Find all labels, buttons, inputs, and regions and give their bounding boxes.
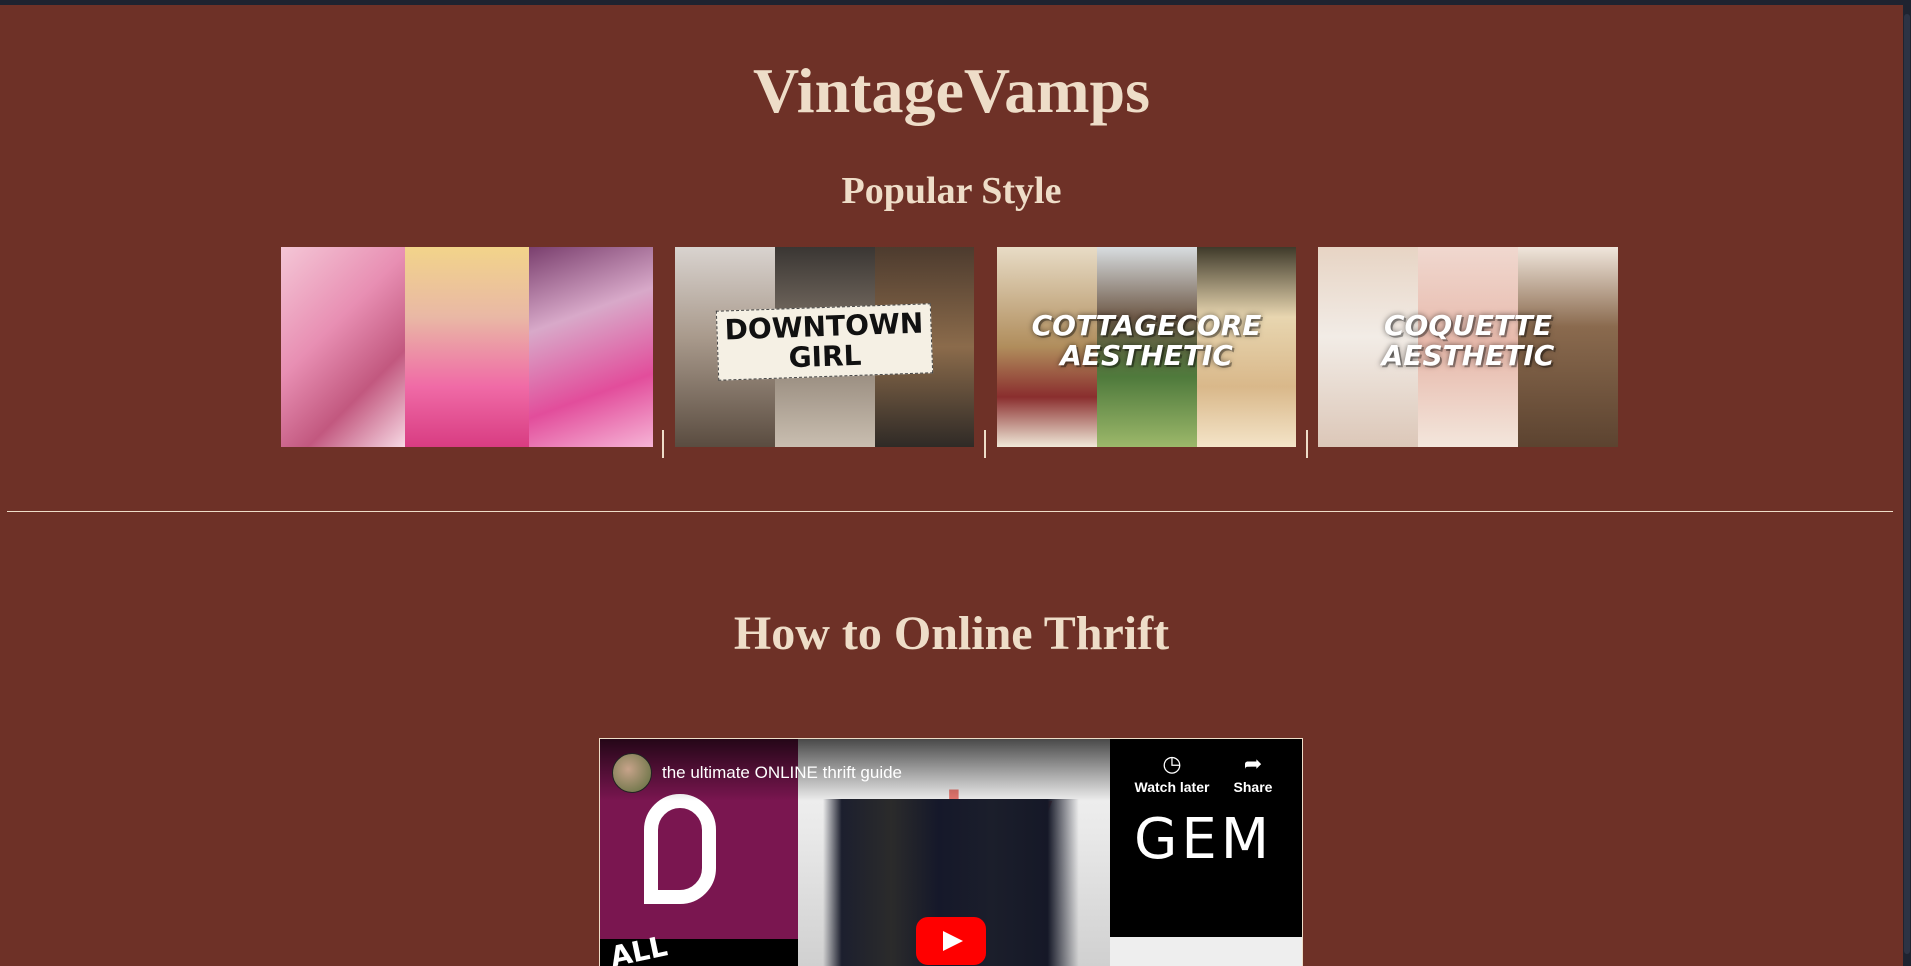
share-label: Share <box>1233 779 1273 795</box>
video-corner-text: ALL <box>607 929 671 966</box>
style-card-cottagecore[interactable]: COTTAGECORE AESTHETIC <box>997 247 1296 447</box>
video-embed[interactable]: ALL ebay GEM the ultimate ONLINE thrift … <box>599 738 1303 966</box>
site-title: VintageVamps <box>752 55 1151 126</box>
style-image <box>529 247 653 447</box>
style-card-label: COTTAGECORE AESTHETIC <box>1031 309 1262 372</box>
how-to-thrift-heading: How to Online Thrift <box>733 607 1170 660</box>
style-image <box>281 247 405 447</box>
section-divider <box>7 511 1893 512</box>
poshmark-logo-icon <box>644 794 716 904</box>
video-light-strip <box>1110 937 1302 966</box>
channel-avatar[interactable] <box>612 753 652 793</box>
clock-icon: ◷ <box>1162 751 1182 776</box>
style-card-label: COQUETTE AESTHETIC <box>1381 309 1555 372</box>
video-title[interactable]: the ultimate ONLINE thrift guide <box>662 763 902 783</box>
style-card-downtown-girl[interactable]: DOWNTOWN GIRL <box>675 247 974 447</box>
scrollbar[interactable] <box>1903 0 1911 966</box>
popular-style-heading: Popular Style <box>841 170 1062 212</box>
play-icon[interactable] <box>916 917 986 965</box>
scrollbar-thumb[interactable] <box>1904 14 1910 954</box>
style-image <box>405 247 529 447</box>
separator <box>1306 430 1308 458</box>
style-card-coquette[interactable]: COQUETTE AESTHETIC <box>1318 247 1618 447</box>
separator <box>662 430 664 458</box>
separator <box>984 430 986 458</box>
share-button[interactable]: ➦ Share <box>1213 751 1293 795</box>
style-card-label: DOWNTOWN GIRL <box>715 303 934 381</box>
watch-later-button[interactable]: ◷ Watch later <box>1132 751 1212 795</box>
style-card-y2k[interactable] <box>281 247 653 447</box>
gem-logo: GEM <box>1134 807 1274 872</box>
watch-later-label: Watch later <box>1134 779 1210 795</box>
page: VintageVamps Popular Style DOWNTOWN GIRL… <box>0 5 1903 966</box>
share-arrow-icon: ➦ <box>1243 751 1263 776</box>
